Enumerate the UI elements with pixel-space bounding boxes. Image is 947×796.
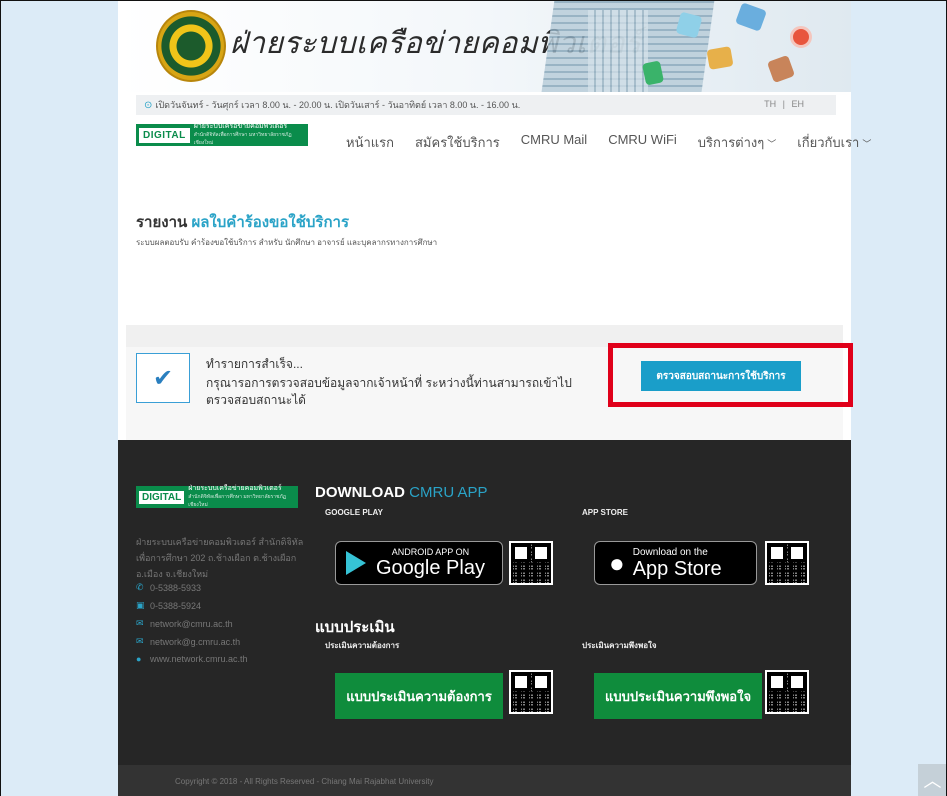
- nav-item-cmru-mail[interactable]: CMRU Mail: [521, 132, 587, 153]
- chevron-up-icon: ︿: [923, 771, 942, 791]
- footer-digital-logo: DIGITAL ฝ่ายระบบเครือข่ายคอมพิวเตอร์ สำน…: [136, 485, 298, 509]
- eval-need-button[interactable]: แบบประเมินความต้องการ: [335, 673, 503, 719]
- footer-email2[interactable]: ✉ network@g.cmru.ac.th: [136, 636, 240, 647]
- success-heading: ทำรายการสำเร็จ...: [206, 357, 303, 371]
- email-icon: ✉: [136, 636, 144, 646]
- page-title-prefix: รายงาน: [136, 214, 188, 231]
- google-play-label: GOOGLE PLAY: [325, 508, 383, 517]
- record-icon: [790, 26, 812, 48]
- email-icon: ✉: [136, 618, 144, 628]
- app-store-qr-code: [765, 541, 809, 585]
- success-panel: ✔ ทำรายการสำเร็จ... กรุณารอการตรวจสอบข้อ…: [126, 325, 843, 440]
- nav-item-home[interactable]: หน้าแรก: [346, 132, 394, 153]
- chevron-down-icon: ﹀: [862, 139, 872, 149]
- phone-icon: ✆: [136, 582, 144, 592]
- globe-icon: ●: [136, 654, 142, 664]
- nav-item-register[interactable]: สมัครใช้บริการ: [415, 132, 500, 153]
- lang-th-link[interactable]: TH: [764, 99, 776, 109]
- footer-logo-text: ฝ่ายระบบเครือข่ายคอมพิวเตอร์ สำนักดิจิทั…: [188, 485, 295, 509]
- footer-address: ฝ่ายระบบเครือข่ายคอมพิวเตอร์ สำนักดิจิทั…: [136, 537, 304, 579]
- footer-fax: ▣ 0-5388-5924: [136, 600, 202, 611]
- apple-icon: ●: [609, 547, 625, 578]
- opening-hours-bar: ⊙ เปิดวันจันทร์ - วันศุกร์ เวลา 8.00 น. …: [136, 95, 836, 115]
- evaluation-title: แบบประเมิน: [315, 619, 395, 636]
- play-store-icon: [346, 551, 366, 575]
- clock-icon: ⊙: [144, 99, 153, 111]
- scroll-to-top-button[interactable]: ︿: [918, 764, 947, 796]
- eval-satisfaction-button[interactable]: แบบประเมินความพึงพอใจ: [594, 673, 762, 719]
- floating-app-icon: [706, 46, 734, 70]
- logo-line2: สำนักดิจิทัลเพื่อการศึกษา มหาวิทยาลัยราช…: [188, 494, 287, 508]
- eval-satisfaction-qr-code: [765, 670, 809, 714]
- header-banner: ฝ่ายระบบเครือข่ายคอมพิวเตอร์: [118, 0, 851, 92]
- eval-satisfaction-label: ประเมินความพึงพอใจ: [582, 641, 657, 650]
- page-title: รายงาน ผลใบคำร้องขอใช้บริการ: [136, 210, 349, 234]
- copyright-bar: Copyright © 2018 - All Rights Reserved -…: [118, 765, 851, 796]
- logo-line2: สำนักดิจิทัลเพื่อการศึกษา มหาวิทยาลัยราช…: [193, 132, 292, 146]
- building-image-detail: [588, 10, 648, 92]
- nav-item-cmru-wifi[interactable]: CMRU WiFi: [608, 132, 677, 153]
- footer-website[interactable]: ● www.network.cmru.ac.th: [136, 654, 248, 664]
- language-switcher: TH | EH: [762, 99, 806, 109]
- google-play-button[interactable]: ANDROID APP ON Google Play: [335, 541, 503, 585]
- nav-item-about[interactable]: เกี่ยวกับเรา ﹀: [797, 132, 871, 153]
- page-title-highlight: ผลใบคำร้องขอใช้บริการ: [191, 214, 350, 231]
- nav-item-services[interactable]: บริการต่างๆ ﹀: [698, 132, 776, 153]
- fax-icon: ▣: [136, 600, 145, 610]
- logo-line1: ฝ่ายระบบเครือข่ายคอมพิวเตอร์: [188, 485, 282, 492]
- floating-app-icon: [766, 54, 796, 84]
- app-store-label: APP STORE: [582, 508, 628, 517]
- digital-badge: DIGITAL: [139, 127, 190, 143]
- eval-need-qr-code: [509, 670, 553, 714]
- lang-en-link[interactable]: EH: [791, 99, 804, 109]
- main-navbar: DIGITAL ฝ่ายระบบเครือข่ายคอมพิวเตอร์ สำน…: [118, 118, 871, 166]
- eval-need-label: ประเมินความต้องการ: [325, 641, 400, 650]
- google-play-text: ANDROID APP ON Google Play: [376, 547, 485, 579]
- floating-app-icon: [735, 2, 767, 32]
- footer-email1[interactable]: ✉ network@cmru.ac.th: [136, 618, 233, 629]
- logo-line1: ฝ่ายระบบเครือข่ายคอมพิวเตอร์: [193, 123, 288, 130]
- nav-menu: หน้าแรก สมัครใช้บริการ CMRU Mail CMRU Wi…: [346, 132, 892, 153]
- footer-phone: ✆ 0-5388-5933: [136, 582, 202, 593]
- chevron-down-icon: ﹀: [767, 139, 777, 149]
- app-store-text: Download on the App Store: [632, 546, 722, 580]
- success-check-icon: ✔: [136, 353, 190, 403]
- lang-separator: |: [782, 99, 785, 109]
- footer: DIGITAL ฝ่ายระบบเครือข่ายคอมพิวเตอร์ สำน…: [118, 440, 851, 796]
- check-status-button[interactable]: ตรวจสอบสถานะการใช้บริการ: [641, 361, 801, 391]
- success-message: กรุณารอการตรวจสอบข้อมูลจากเจ้าหน้าที่ ระ…: [206, 376, 572, 407]
- digital-logo[interactable]: DIGITAL ฝ่ายระบบเครือข่ายคอมพิวเตอร์ สำน…: [136, 123, 308, 147]
- page-container: ฝ่ายระบบเครือข่ายคอมพิวเตอร์ ⊙ เปิดวันจั…: [118, 0, 871, 796]
- logo-text: ฝ่ายระบบเครือข่ายคอมพิวเตอร์ สำนักดิจิทั…: [194, 123, 305, 147]
- digital-badge: DIGITAL: [139, 490, 185, 504]
- university-seal-logo: [156, 10, 226, 82]
- google-play-qr-code: [509, 541, 553, 585]
- app-store-button[interactable]: ● Download on the App Store: [594, 541, 757, 585]
- opening-hours-text: เปิดวันจันทร์ - วันศุกร์ เวลา 8.00 น. - …: [155, 100, 521, 110]
- download-app-title: DOWNLOAD CMRU APP: [315, 484, 488, 501]
- page-subtitle: ระบบผลตอบรับ คำร้องขอใช้บริการ สำหรับ นั…: [136, 238, 438, 247]
